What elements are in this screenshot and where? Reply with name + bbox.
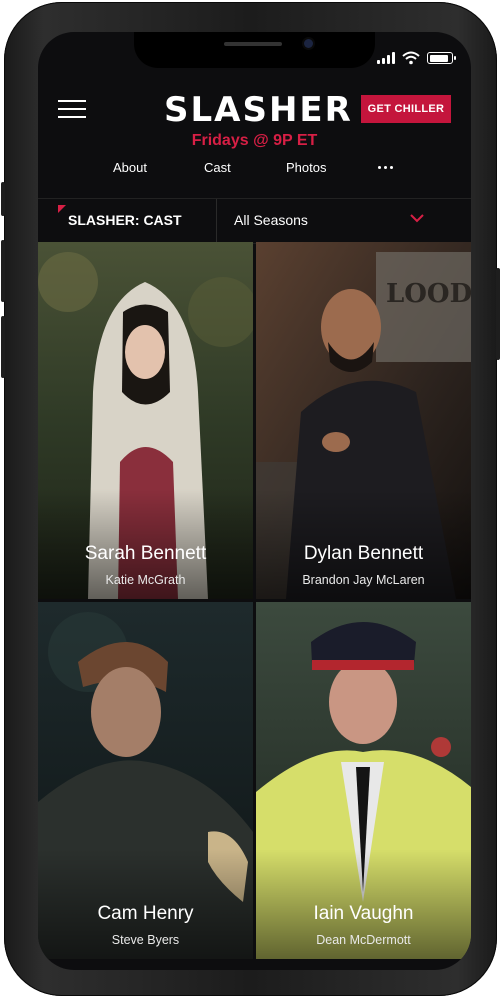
battery-icon bbox=[427, 52, 456, 64]
cast-card-dylan-bennett[interactable]: LOOD Dylan Bennett Brandon Jay McLaren bbox=[256, 242, 471, 599]
slasher-logo: SLASHER bbox=[164, 90, 353, 130]
season-select[interactable]: All Seasons bbox=[234, 212, 308, 228]
status-bar bbox=[377, 48, 456, 68]
actor-name: Steve Byers bbox=[111, 933, 180, 947]
cast-card-sarah-bennett[interactable]: Sarah Bennett Katie McGrath bbox=[38, 242, 253, 599]
corner-accent bbox=[58, 205, 66, 213]
hamburger-menu-icon[interactable] bbox=[58, 100, 86, 118]
notch bbox=[134, 32, 375, 68]
airtime-text: Fridays @ 9P ET bbox=[191, 132, 318, 149]
wifi-icon bbox=[402, 51, 420, 65]
actor-name: Katie McGrath bbox=[105, 573, 186, 587]
chevron-down-icon[interactable] bbox=[410, 213, 424, 223]
svg-text:LOOD: LOOD bbox=[386, 279, 471, 309]
actor-name: Brandon Jay McLaren bbox=[302, 573, 425, 587]
section-nav: About Cast Photos bbox=[38, 160, 471, 184]
speaker bbox=[224, 42, 282, 46]
cast-card-cam-henry[interactable]: Cam Henry Steve Byers bbox=[38, 602, 253, 959]
section-title: SLASHER: CAST bbox=[68, 212, 182, 228]
character-name: Sarah Bennett bbox=[84, 543, 207, 564]
character-name: Cam Henry bbox=[97, 903, 194, 924]
screen: SLASHER GET CHILLER Fridays @ 9P ET Abou… bbox=[38, 32, 471, 970]
actor-name: Dean McDermott bbox=[316, 933, 411, 947]
tab-cast[interactable]: Cast bbox=[204, 160, 231, 175]
signal-icon bbox=[377, 52, 395, 64]
divider bbox=[216, 199, 217, 243]
more-dots-icon[interactable] bbox=[378, 166, 393, 169]
cast-filter-bar: SLASHER: CAST All Seasons bbox=[38, 198, 471, 244]
app-header: SLASHER GET CHILLER Fridays @ 9P ET bbox=[38, 86, 471, 156]
phone-frame: SLASHER GET CHILLER Fridays @ 9P ET Abou… bbox=[1, 2, 500, 996]
get-chiller-button[interactable]: GET CHILLER bbox=[361, 95, 451, 123]
side-button bbox=[1, 182, 5, 216]
cast-card-iain-vaughn[interactable]: Iain Vaughn Dean McDermott bbox=[256, 602, 471, 959]
front-camera bbox=[304, 39, 313, 48]
volume-down-button bbox=[1, 316, 5, 378]
volume-up-button bbox=[1, 240, 5, 302]
power-button bbox=[496, 268, 500, 360]
tab-photos[interactable]: Photos bbox=[286, 160, 326, 175]
character-name: Iain Vaughn bbox=[313, 903, 414, 924]
character-name: Dylan Bennett bbox=[303, 543, 424, 564]
tab-about[interactable]: About bbox=[113, 160, 147, 175]
